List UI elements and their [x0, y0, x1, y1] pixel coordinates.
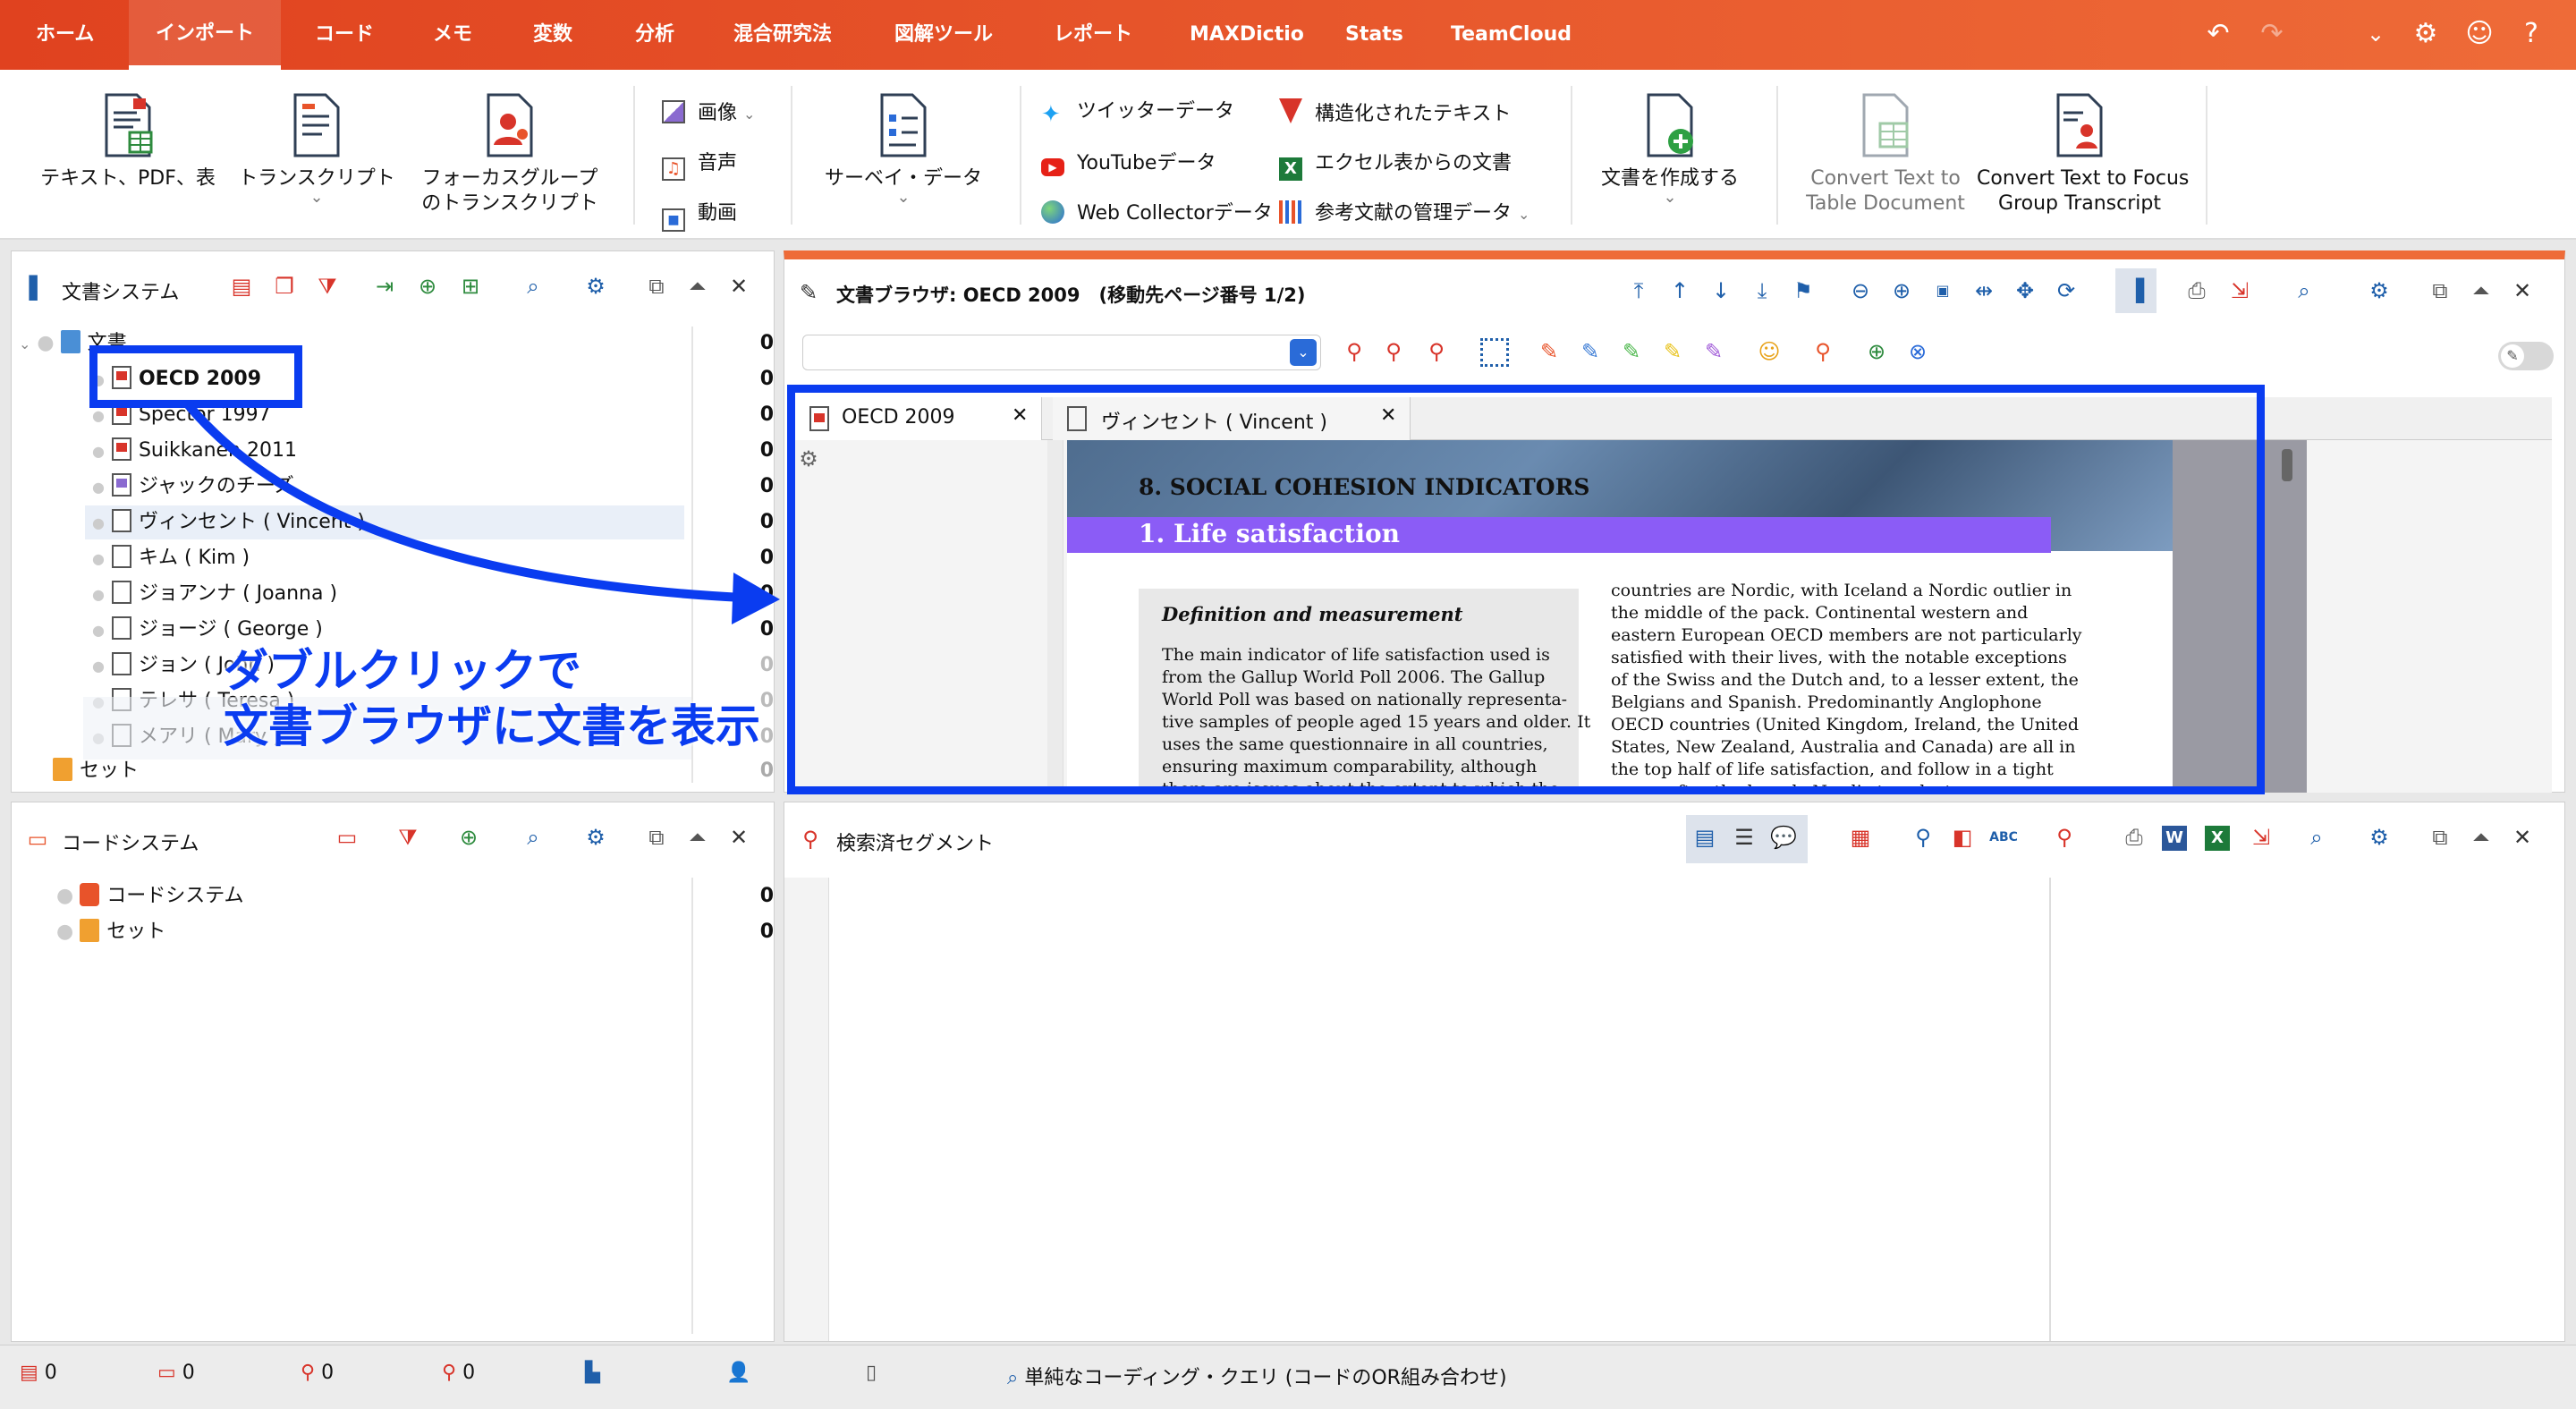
- status-activated: ⚲ 0: [442, 1362, 475, 1384]
- query-search-icon: ⌕: [1007, 1367, 1019, 1389]
- user-filter-icon[interactable]: 👤: [726, 1362, 750, 1384]
- new-code-icon[interactable]: ⊕: [453, 822, 484, 853]
- code-overview-icon[interactable]: ▭: [332, 822, 362, 853]
- count-column-divider: [691, 878, 693, 1334]
- maximize-icon[interactable]: ⏶: [682, 822, 713, 853]
- code-icon: ▭: [157, 1362, 176, 1384]
- code-system-root-icon: [80, 883, 100, 906]
- status-segments-count: 0: [321, 1362, 335, 1384]
- document-icon: ▤: [20, 1362, 38, 1384]
- document-status-icon[interactable]: ▯: [866, 1362, 877, 1384]
- code-system-panel: ▭ コードシステム ▭ ⧩ ⊕ ⌕ ⚙ ⧉ ⏶ ✕ ● コードシステム 0 ● …: [11, 802, 775, 1342]
- search-icon[interactable]: ⌕: [2301, 822, 2332, 853]
- status-segments: ⚲ 0: [301, 1362, 334, 1384]
- abc-icon[interactable]: ABC: [1988, 822, 2019, 853]
- annotation-line-1: ダブルクリックで: [224, 645, 581, 697]
- status-documents: ▤ 0: [20, 1362, 57, 1384]
- undock-icon[interactable]: ⧉: [641, 822, 672, 853]
- status-codes: ▭ 0: [157, 1362, 195, 1384]
- query-mode-label: 単純なコーディング・クエリ (コードのOR組み合わせ): [1024, 1367, 1507, 1389]
- status-activated-count: 0: [462, 1362, 476, 1384]
- set-folder-icon: [80, 919, 100, 942]
- code-root-count: 0: [759, 885, 774, 907]
- word-export-icon[interactable]: W: [2162, 826, 2187, 851]
- retrieved-segments-title: 検索済セグメント: [836, 833, 995, 855]
- print-icon[interactable]: ⎙: [2119, 822, 2149, 853]
- code-add-icon[interactable]: ⚲: [2049, 822, 2080, 853]
- close-icon[interactable]: ✕: [2507, 822, 2538, 853]
- annotation-line-2: 文書ブラウザに文書を表示: [224, 700, 760, 752]
- undock-icon[interactable]: ⧉: [2425, 822, 2455, 853]
- segments-divider: [2049, 878, 2051, 1341]
- activated-icon: ⚲: [442, 1362, 457, 1384]
- list-view-icon[interactable]: ☰: [1729, 822, 1759, 853]
- code-filter-icon[interactable]: ⧩: [393, 822, 423, 853]
- segments-icon: ⚲: [301, 1362, 316, 1384]
- code-system-icon: ▭: [27, 827, 48, 852]
- status-bar: ▤ 0 ▭ 0 ⚲ 0 ⚲ 0 ▙ 👤 ▯ ⌕ 単純なコーディング・クエリ (コ…: [0, 1345, 2576, 1409]
- shapes-icon[interactable]: ◧: [1947, 822, 1978, 853]
- segments-margin: [784, 878, 829, 1341]
- gear-icon[interactable]: ⚙: [580, 822, 611, 853]
- comment-icon[interactable]: 💬: [1768, 822, 1799, 853]
- code-set-label: セット: [106, 921, 166, 943]
- code-system-title: コードシステム: [62, 833, 199, 855]
- search-icon[interactable]: ⌕: [518, 822, 548, 853]
- query-mode[interactable]: ⌕ 単純なコーディング・クエリ (コードのOR組み合わせ): [1007, 1362, 1507, 1390]
- status-codes-count: 0: [182, 1362, 195, 1384]
- code-root-label: コードシステム: [106, 885, 244, 907]
- smart-coding-icon[interactable]: ⚲: [1908, 822, 1938, 853]
- close-icon[interactable]: ✕: [724, 822, 754, 853]
- maximize-icon[interactable]: ⏶: [2466, 822, 2496, 853]
- retrieved-segments-icon: ⚲: [802, 827, 818, 852]
- retrieved-segments-panel: ⚲ 検索済セグメント ▤ ☰ 💬 ▦ ⚲ ◧ ABC ⚲ ⎙ W X ⇲ ⌕ ⚙…: [784, 802, 2565, 1342]
- gear-icon[interactable]: ⚙: [2364, 822, 2394, 853]
- doc-view-icon[interactable]: ▤: [1690, 822, 1720, 853]
- weight-filter-icon[interactable]: ▙: [585, 1362, 600, 1384]
- status-docs-count: 0: [44, 1362, 57, 1384]
- code-set-count: 0: [759, 921, 774, 943]
- maxqda-window: ホーム インポート コード メモ 変数 分析 混合研究法 図解ツール レポート …: [0, 0, 2576, 1409]
- code-system-root[interactable]: ● コードシステム: [56, 879, 244, 913]
- overview-icon[interactable]: ▦: [1845, 822, 1876, 853]
- excel-export-icon[interactable]: X: [2205, 826, 2230, 851]
- export-icon[interactable]: ⇲: [2246, 822, 2276, 853]
- code-set-folder[interactable]: ● セット: [56, 915, 165, 949]
